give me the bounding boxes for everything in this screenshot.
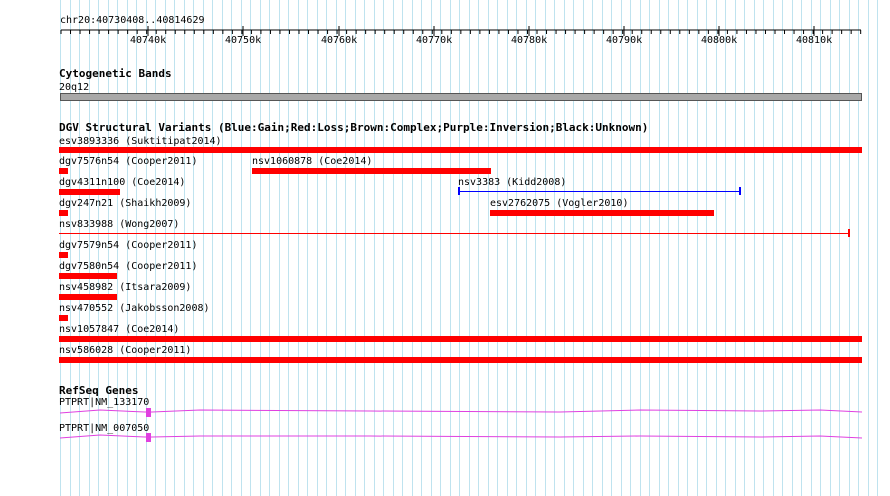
gene-intron-line bbox=[59, 409, 863, 414]
genome-browser-canvas: chr20:40730408..40814629 40740k 40750k 407… bbox=[0, 0, 890, 496]
gene-exon bbox=[146, 408, 151, 417]
gene-exon bbox=[146, 433, 151, 442]
gene-model[interactable] bbox=[59, 433, 863, 442]
gene-intron-line bbox=[59, 434, 863, 439]
gene-model[interactable] bbox=[59, 408, 863, 417]
refseq-gene-models[interactable] bbox=[0, 0, 890, 496]
